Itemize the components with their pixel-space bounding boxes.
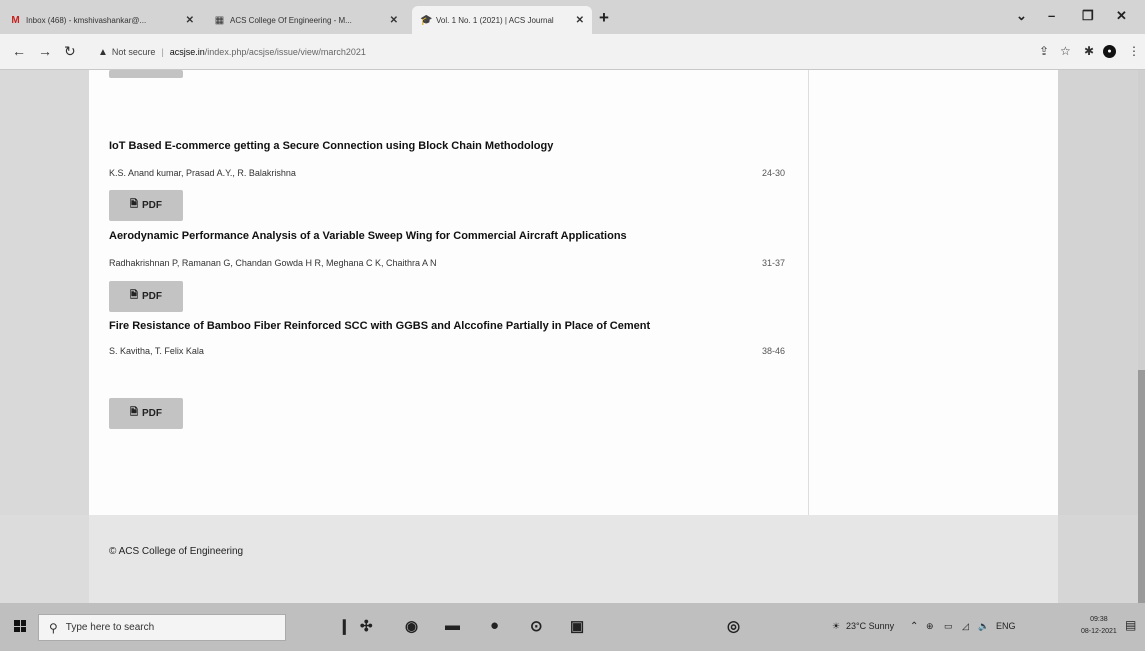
url-path: /index.php/acsjse/issue/view/march2021 — [204, 47, 366, 57]
taskbar-app-icon[interactable]: ⊙ — [530, 617, 543, 635]
pdf-label: PDF — [142, 291, 163, 302]
forward-icon[interactable]: → — [38, 43, 52, 59]
close-icon[interactable]: ✕ — [576, 15, 584, 26]
tab-title: Vol. 1 No. 1 (2021) | ACS Journal — [436, 15, 554, 25]
journal-icon: 🎓 — [420, 14, 433, 26]
clock-time: 09:38 — [1090, 616, 1108, 623]
article-title[interactable]: Fire Resistance of Bamboo Fiber Reinforc… — [109, 320, 650, 332]
back-icon[interactable]: ← — [12, 43, 26, 59]
taskbar-app-icon[interactable]: ▣ — [570, 617, 584, 635]
college-logo-icon: ▦ — [214, 14, 225, 26]
browser-toolbar: ← → ↻ ▲ Not secure | acsjse.in/index.php… — [0, 34, 1145, 70]
share-icon[interactable]: ⇪ — [1039, 44, 1049, 58]
document-icon: 🗎 — [129, 290, 139, 301]
article-authors: S. Kavitha, T. Felix Kala — [109, 346, 204, 356]
windows-taskbar: ⚲ Type here to search ❙ ✣ ◉ ▬ ● ⊙ ▣ ◎ ☀ … — [0, 603, 1145, 651]
article-authors: K.S. Anand kumar, Prasad A.Y., R. Balakr… — [109, 168, 296, 178]
maximize-icon[interactable]: ❐ — [1082, 8, 1094, 24]
article-pages: 24-30 — [761, 168, 785, 178]
minimize-icon[interactable]: – — [1048, 8, 1055, 23]
search-icon: ⚲ — [49, 620, 58, 635]
tab-journal[interactable]: 🎓 Vol. 1 No. 1 (2021) | ACS Journal ✕ — [412, 6, 592, 34]
article-pages: 31-37 — [761, 258, 785, 268]
chrome-icon[interactable]: ◉ — [405, 617, 418, 635]
pdf-label: PDF — [142, 200, 163, 211]
wifi-icon[interactable]: ◿ — [962, 621, 969, 632]
article-authors: Radhakrishnan P, Ramanan G, Chandan Gowd… — [109, 258, 437, 268]
left-gutter — [0, 70, 89, 515]
close-icon[interactable]: ✕ — [186, 15, 194, 26]
footer-gutter — [0, 515, 89, 603]
pdf-label: PDF — [142, 408, 163, 419]
pdf-button[interactable]: 🗎 PDF — [109, 190, 183, 221]
volume-icon[interactable]: 🔈 — [978, 621, 989, 632]
windows-start-icon[interactable] — [14, 620, 26, 632]
battery-icon[interactable]: ▭ — [944, 621, 953, 632]
extensions-icon[interactable]: ✱ — [1084, 44, 1094, 58]
notification-icon[interactable]: ▤ — [1125, 618, 1136, 632]
file-explorer-icon[interactable]: ▬ — [445, 617, 460, 634]
bookmark-star-icon[interactable]: ☆ — [1060, 44, 1071, 58]
search-placeholder: Type here to search — [65, 622, 155, 633]
pdf-button[interactable] — [109, 70, 183, 78]
chevron-up-icon[interactable]: ⌃ — [910, 621, 918, 632]
taskbar-app-icon[interactable]: ● — [490, 617, 499, 634]
task-view-icon[interactable]: ❙ — [338, 617, 351, 635]
footer-gutter — [1058, 515, 1138, 603]
chevron-down-icon[interactable]: ⌄ — [1016, 8, 1027, 24]
web-page: IoT Based E-commerce getting a Secure Co… — [0, 70, 1145, 603]
copyright-text: © ACS College of Engineering — [109, 546, 244, 557]
reload-icon[interactable]: ↻ — [64, 43, 76, 60]
issue-content — [89, 70, 809, 515]
taskbar-app-icon[interactable]: ◎ — [727, 617, 740, 635]
article-pages: 38-46 — [761, 346, 785, 356]
close-icon[interactable]: ✕ — [390, 15, 398, 26]
separator: | — [161, 47, 164, 57]
pdf-button[interactable]: 🗎 PDF — [109, 398, 183, 429]
security-label: Not secure — [111, 47, 156, 57]
network-icon[interactable]: ⊕ — [926, 621, 934, 632]
window-close-icon[interactable]: ✕ — [1116, 8, 1127, 24]
tab-college[interactable]: ▦ ACS College Of Engineering - M... ✕ — [206, 6, 406, 34]
article-title[interactable]: IoT Based E-commerce getting a Secure Co… — [109, 140, 553, 152]
right-gutter — [1058, 70, 1138, 515]
weather-text[interactable]: 23°C Sunny — [846, 621, 894, 631]
taskbar-clock[interactable]: 09:38 08-12-2021 — [1081, 614, 1117, 638]
tab-title: Inbox (468) - kmshivashankar@... — [26, 15, 147, 25]
article-title[interactable]: Aerodynamic Performance Analysis of a Va… — [109, 230, 627, 242]
language-indicator[interactable]: ENG — [996, 621, 1016, 631]
address-bar[interactable]: ▲ Not secure | acsjse.in/index.php/acsjs… — [98, 41, 1028, 63]
document-icon: 🗎 — [129, 407, 139, 418]
url-domain: acsjse.in — [169, 47, 205, 57]
profile-avatar[interactable]: ● — [1103, 45, 1116, 58]
clock-date: 08-12-2021 — [1081, 628, 1117, 635]
new-tab-button[interactable]: + — [599, 8, 609, 28]
document-icon: 🗎 — [129, 199, 139, 210]
scrollbar-thumb[interactable] — [1138, 370, 1145, 603]
pdf-button[interactable]: 🗎 PDF — [109, 281, 183, 312]
warning-icon: ▲ — [98, 46, 108, 58]
weather-icon: ☀ — [832, 621, 841, 631]
sidebar — [809, 70, 1058, 515]
footer: © ACS College of Engineering — [89, 515, 1058, 603]
menu-icon[interactable]: ⋮ — [1128, 44, 1140, 58]
gmail-icon: M — [11, 14, 20, 26]
taskbar-search-input[interactable]: ⚲ Type here to search — [38, 614, 286, 641]
tab-title: ACS College Of Engineering - M... — [230, 15, 352, 25]
browser-tab-strip: M Inbox (468) - kmshivashankar@... ✕ ▦ A… — [0, 0, 1145, 34]
taskbar-app-icon[interactable]: ✣ — [360, 617, 373, 635]
tab-inbox[interactable]: M Inbox (468) - kmshivashankar@... ✕ — [2, 6, 202, 34]
